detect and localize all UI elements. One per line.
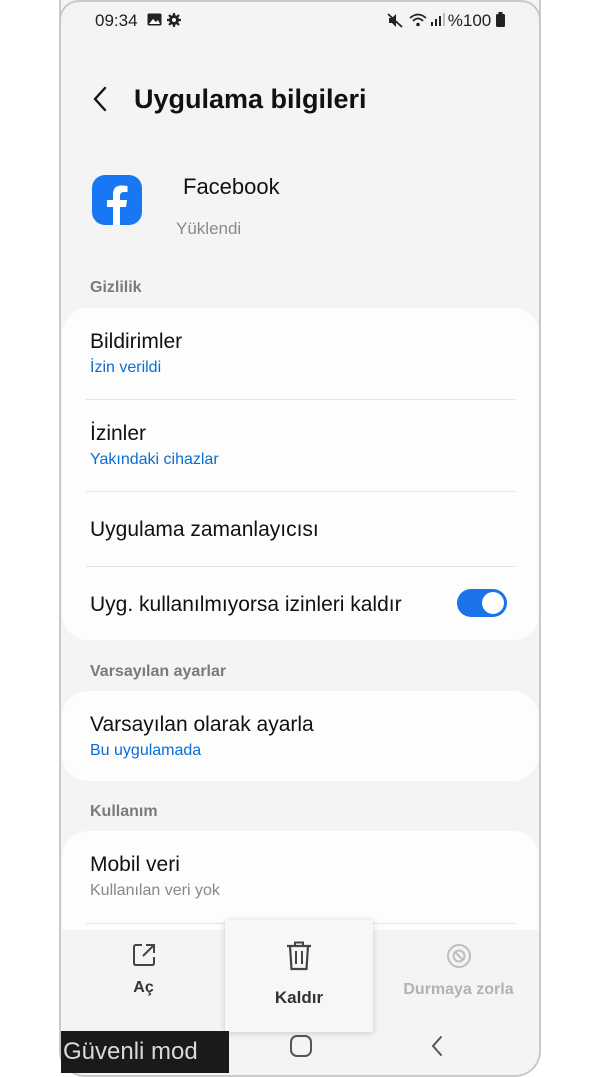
app-name: Facebook bbox=[183, 174, 280, 199]
mobile-data-title: Mobil veri bbox=[90, 853, 180, 876]
app-timer-item[interactable]: Uygulama zamanlayıcısı bbox=[90, 518, 515, 542]
mobile-data-item[interactable]: Mobil veri Kullanılan veri yok bbox=[90, 853, 515, 900]
force-stop-label: Durmaya zorla bbox=[403, 981, 514, 998]
signal-icon bbox=[431, 13, 445, 31]
set-default-item[interactable]: Varsayılan olarak ayarla Bu uygulamada bbox=[90, 713, 515, 760]
notifications-status: İzin verildi bbox=[90, 359, 162, 376]
mute-icon bbox=[387, 13, 403, 33]
divider bbox=[86, 566, 515, 567]
set-default-title: Varsayılan olarak ayarla bbox=[90, 713, 314, 736]
block-icon bbox=[446, 944, 471, 968]
notifications-item[interactable]: Bildirimler İzin verildi bbox=[90, 330, 515, 377]
defaults-card: Varsayılan olarak ayarla Bu uygulamada bbox=[62, 691, 539, 781]
trash-icon bbox=[285, 940, 313, 977]
permissions-status: Yakındaki cihazlar bbox=[90, 451, 219, 468]
privacy-card: Bildirimler İzin verildi İzinler Yakında… bbox=[62, 308, 539, 640]
remove-permissions-toggle[interactable] bbox=[457, 589, 507, 617]
uninstall-button[interactable]: Kaldır bbox=[225, 920, 373, 1032]
phone-screen: 09:34 %100 Uygulama bilgileri Facebook Y… bbox=[59, 0, 541, 1077]
home-icon[interactable] bbox=[289, 1034, 313, 1063]
toggle-knob bbox=[482, 592, 504, 614]
app-timer-title: Uygulama zamanlayıcısı bbox=[90, 518, 319, 541]
wifi-icon bbox=[409, 13, 427, 32]
section-label-privacy: Gizlilik bbox=[90, 279, 142, 296]
app-install-status: Yüklendi bbox=[176, 219, 242, 238]
gallery-icon bbox=[147, 13, 162, 31]
battery-level: %100 bbox=[448, 11, 505, 32]
remove-permissions-title: Uyg. kullanılmıyorsa izinleri kaldır bbox=[90, 593, 402, 616]
page-title: Uygulama bilgileri bbox=[134, 84, 367, 114]
divider bbox=[86, 491, 515, 492]
back-button[interactable] bbox=[89, 84, 115, 114]
set-default-status: Bu uygulamada bbox=[90, 742, 202, 759]
battery-icon bbox=[496, 12, 505, 32]
permissions-title: İzinler bbox=[90, 422, 147, 445]
remove-permissions-item[interactable]: Uyg. kullanılmıyorsa izinleri kaldır bbox=[90, 593, 439, 617]
chevron-left-icon bbox=[93, 86, 107, 112]
safe-mode-badge: Güvenli mod bbox=[61, 1031, 229, 1073]
divider bbox=[86, 399, 515, 400]
settings-gear-icon bbox=[167, 13, 181, 32]
safe-mode-label: Güvenli mod bbox=[63, 1038, 198, 1065]
status-bar: 09:34 %100 bbox=[61, 0, 539, 40]
back-nav-icon[interactable] bbox=[429, 1034, 445, 1063]
permissions-item[interactable]: İzinler Yakındaki cihazlar bbox=[90, 422, 515, 469]
battery-text: %100 bbox=[447, 11, 492, 30]
uninstall-label: Kaldır bbox=[274, 988, 324, 1007]
facebook-icon bbox=[92, 175, 142, 225]
open-label: Aç bbox=[133, 979, 154, 996]
notifications-title: Bildirimler bbox=[90, 330, 183, 353]
force-stop-button[interactable]: Durmaya zorla bbox=[391, 942, 526, 999]
app-bar: Uygulama bilgileri bbox=[61, 76, 539, 124]
section-label-defaults: Varsayılan ayarlar bbox=[90, 663, 227, 680]
open-external-icon bbox=[132, 944, 155, 966]
status-time: 09:34 bbox=[95, 11, 138, 30]
open-button[interactable]: Aç bbox=[101, 942, 186, 997]
mobile-data-status: Kullanılan veri yok bbox=[90, 882, 220, 899]
section-label-usage: Kullanım bbox=[90, 803, 158, 820]
